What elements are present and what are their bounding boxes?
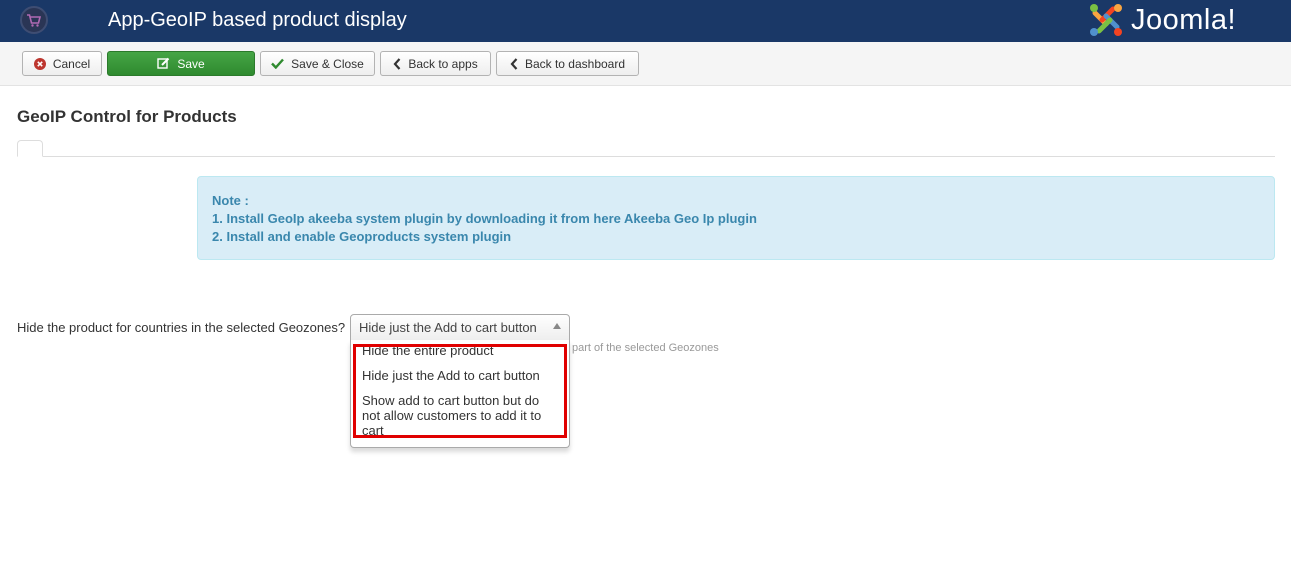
- cancel-icon: [33, 57, 46, 70]
- info-alert: Note : 1. Install GeoIp akeeba system pl…: [197, 176, 1275, 260]
- back-to-apps-button[interactable]: Back to apps: [380, 51, 491, 76]
- edit-icon: [157, 57, 170, 70]
- caret-up-icon: [553, 323, 561, 329]
- page-header-title: App-GeoIP based product display: [108, 9, 407, 31]
- check-icon: [271, 58, 285, 69]
- cancel-button[interactable]: Cancel: [22, 51, 102, 76]
- toolbar: Cancel Save Save & Close Back to apps Ba…: [0, 42, 1291, 86]
- note-line-1: 1. Install GeoIp akeeba system plugin by…: [212, 211, 757, 226]
- tabs-divider: [17, 156, 1275, 157]
- chevron-left-icon: [393, 57, 401, 70]
- app-header: App-GeoIP based product display Joomla!: [0, 0, 1291, 42]
- back-to-apps-label: Back to apps: [408, 56, 478, 71]
- save-button[interactable]: Save: [107, 51, 255, 76]
- cart-logo-icon: [20, 6, 48, 34]
- geozones-field-label: Hide the product for countries in the se…: [17, 320, 346, 335]
- note-heading: Note :: [212, 193, 249, 208]
- save-close-label: Save & Close: [291, 56, 364, 71]
- joomla-logo-icon: [1090, 4, 1122, 36]
- chevron-left-icon: [510, 57, 518, 70]
- save-label: Save: [177, 56, 205, 71]
- page-title: GeoIP Control for Products: [17, 107, 237, 126]
- geozones-select[interactable]: Hide just the Add to cart button: [350, 314, 570, 341]
- note-line-2: 2. Install and enable Geoproducts system…: [212, 229, 512, 244]
- tab-item[interactable]: [17, 140, 43, 157]
- joomla-brand-text: Joomla!: [1131, 3, 1237, 36]
- select-current-value: Hide just the Add to cart button: [359, 320, 537, 335]
- back-to-dashboard-label: Back to dashboard: [524, 56, 626, 71]
- back-to-dashboard-button[interactable]: Back to dashboard: [496, 51, 639, 76]
- joomla-logo: Joomla!: [1087, 0, 1277, 40]
- save-close-button[interactable]: Save & Close: [260, 51, 375, 76]
- cancel-label: Cancel: [52, 56, 91, 71]
- field-help-text: part of the selected Geozones: [572, 342, 719, 354]
- annotation-highlight-box: [353, 344, 567, 438]
